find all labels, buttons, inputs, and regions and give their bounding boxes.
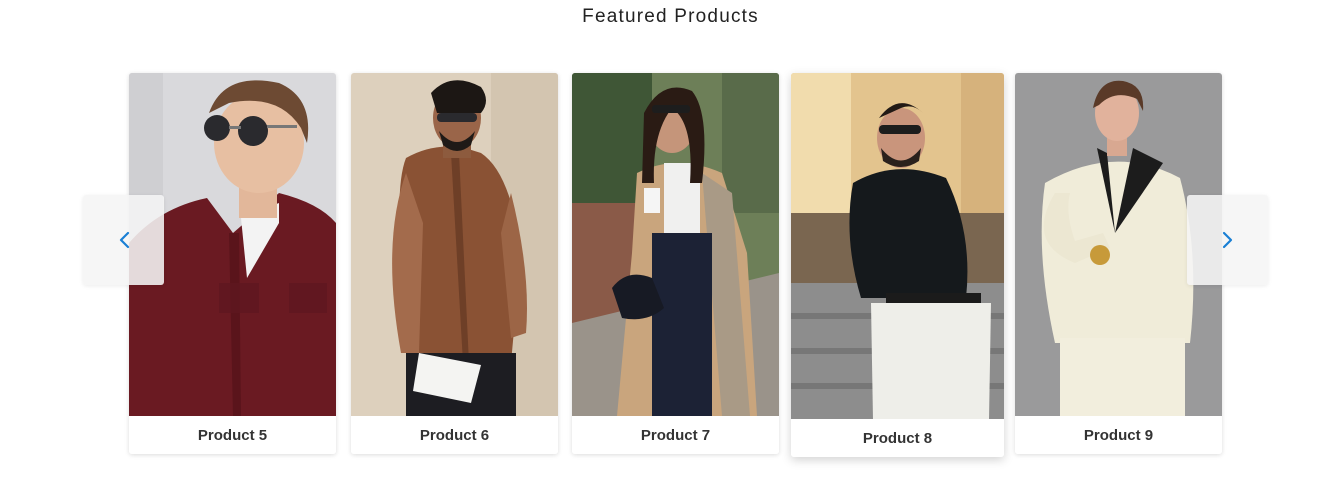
product-image[interactable] <box>351 73 558 416</box>
product-image[interactable] <box>791 73 1004 420</box>
product-name[interactable]: Product 9 <box>1015 416 1222 454</box>
carousel-prev-button[interactable] <box>83 195 164 285</box>
product-name[interactable]: Product 8 <box>791 419 1004 457</box>
product-name[interactable]: Product 5 <box>129 416 336 454</box>
product-card[interactable]: Product 8 <box>791 73 1004 457</box>
product-name[interactable]: Product 7 <box>572 416 779 454</box>
chevron-left-icon <box>119 231 129 249</box>
product-image[interactable] <box>572 73 779 416</box>
product-card[interactable]: Product 6 <box>351 73 558 454</box>
section-title: Featured Products <box>582 6 759 27</box>
chevron-right-icon <box>1222 231 1232 249</box>
carousel-next-button[interactable] <box>1187 195 1268 285</box>
product-card[interactable]: Product 7 <box>572 73 779 454</box>
product-name[interactable]: Product 6 <box>351 416 558 454</box>
